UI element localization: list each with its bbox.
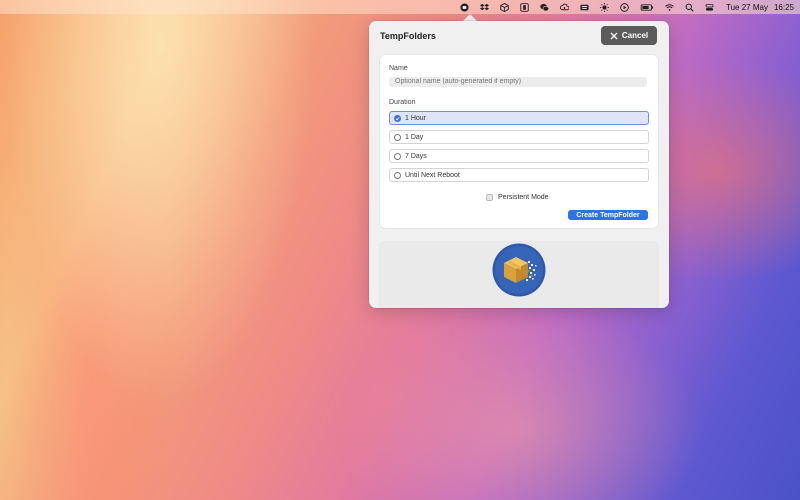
menu-bar-date[interactable]: Tue 27 May [726,3,768,12]
duration-option-1-hour[interactable]: 1 Hour [389,111,649,125]
duration-option-until-next-reboot[interactable]: Until Next Reboot [389,168,649,182]
duration-option-label: Until Next Reboot [405,171,460,179]
duration-option-7-days[interactable]: 7 Days [389,149,649,163]
radio-unchecked-icon [394,133,401,141]
duration-label: Duration [389,99,416,106]
persistent-mode-label: Persistent Mode [498,194,549,201]
app-square-icon[interactable] [520,2,529,12]
create-tempfolder-button[interactable]: Create TempFolder [568,210,648,220]
search-icon[interactable] [685,3,694,12]
persistent-mode-checkbox[interactable] [486,194,493,201]
persistent-mode-toggle[interactable]: Persistent Mode [486,194,549,201]
duration-option-label: 1 Hour [405,114,427,122]
popover-arrow [463,14,477,21]
duration-option-1-day[interactable]: 1 Day [389,130,649,144]
cancel-button-label: Cancel [621,31,649,40]
radio-unchecked-icon [394,171,401,179]
menu-bar: Tue 27 May 16:25 [0,0,800,14]
tempfolders-app-icon [492,243,546,297]
keyboard-icon[interactable] [580,3,589,12]
control-center-icon[interactable] [705,3,714,12]
app-preview-panel [380,242,658,308]
wechat-icon[interactable] [540,3,550,12]
play-icon[interactable] [620,2,629,12]
package-icon[interactable] [500,2,509,12]
wifi-icon[interactable] [665,3,674,12]
duration-option-label: 7 Days [405,152,427,160]
tempfolders-popover: TempFolders Cancel Name Duration 1 Hour … [369,21,669,308]
dropbox-icon[interactable] [480,3,490,12]
cloud-drive-icon[interactable] [560,3,570,12]
tempfolders-icon[interactable] [460,2,469,12]
create-form-card: Name Duration 1 Hour 1 Day 7 Days Until … [380,55,658,228]
radio-unchecked-icon [394,152,401,160]
duration-option-label: 1 Day [405,133,424,141]
menu-bar-time[interactable]: 16:25 [774,3,794,12]
battery-icon[interactable] [640,3,654,12]
popover-title: TempFolders [380,31,436,41]
close-icon [610,32,618,39]
name-input[interactable] [389,77,647,87]
name-label: Name [389,65,408,72]
cancel-button[interactable]: Cancel [601,26,657,45]
radio-checked-icon [394,114,401,122]
sun-icon[interactable] [600,2,610,12]
